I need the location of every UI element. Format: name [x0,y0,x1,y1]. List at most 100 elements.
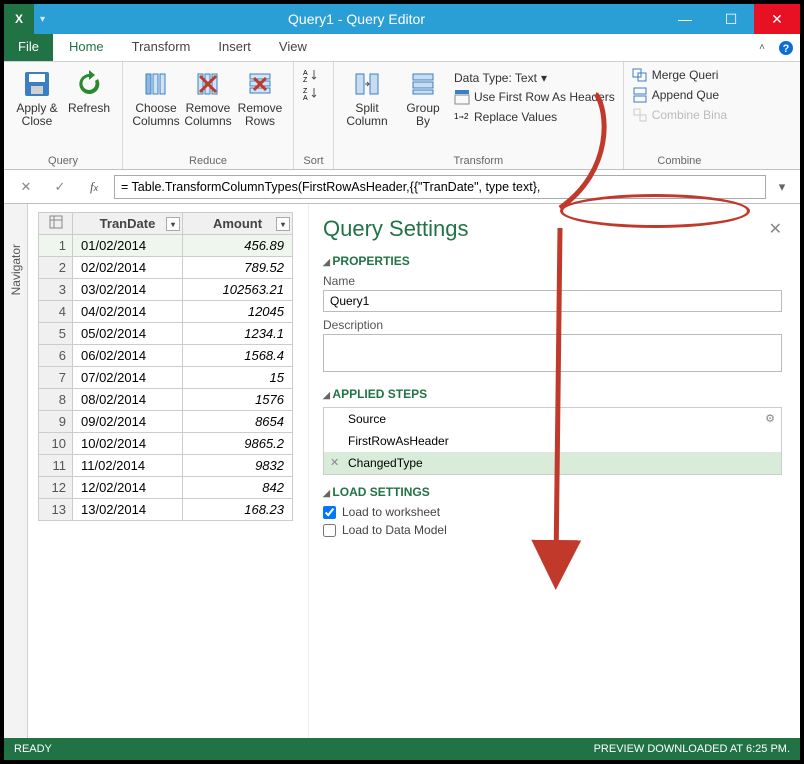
cell-date[interactable]: 07/02/2014 [73,367,183,389]
row-header[interactable]: 1 [39,235,73,257]
cell-amount[interactable]: 15 [183,367,293,389]
formula-input[interactable]: = Table.TransformColumnTypes(FirstRowAsH… [114,175,766,199]
column-filter-icon[interactable]: ▾ [166,217,180,231]
row-header[interactable]: 4 [39,301,73,323]
table-row[interactable]: 606/02/20141568.4 [39,345,293,367]
table-row[interactable]: 909/02/20148654 [39,411,293,433]
row-header[interactable]: 13 [39,499,73,521]
ribbon-collapse-icon[interactable]: ˄ [752,34,772,61]
fx-icon[interactable]: fx [80,179,108,195]
table-row[interactable]: 1313/02/2014168.23 [39,499,293,521]
cell-amount[interactable]: 168.23 [183,499,293,521]
help-icon[interactable]: ? [772,34,800,61]
table-row[interactable]: 707/02/201415 [39,367,293,389]
cell-amount[interactable]: 9865.2 [183,433,293,455]
load-to-worksheet-checkbox[interactable]: Load to worksheet [323,505,782,519]
minimize-button[interactable]: — [662,4,708,34]
row-header[interactable]: 6 [39,345,73,367]
merge-queries-button[interactable]: Merge Queri [632,66,727,84]
close-button[interactable]: ✕ [754,4,800,34]
cell-date[interactable]: 08/02/2014 [73,389,183,411]
cell-date[interactable]: 01/02/2014 [73,235,183,257]
table-row[interactable]: 1010/02/20149865.2 [39,433,293,455]
group-by-button[interactable]: Group By [398,66,448,130]
table-row[interactable]: 101/02/2014456.89 [39,235,293,257]
cell-amount[interactable]: 842 [183,477,293,499]
cell-amount[interactable]: 1576 [183,389,293,411]
row-header[interactable]: 2 [39,257,73,279]
step-source[interactable]: Source⚙ [324,408,781,430]
column-header-trandate[interactable]: TranDate▾ [73,213,183,235]
append-queries-button[interactable]: Append Que [632,86,727,104]
tab-view[interactable]: View [265,34,321,61]
step-changedtype[interactable]: ✕ChangedType [324,452,781,474]
row-header[interactable]: 8 [39,389,73,411]
table-row[interactable]: 202/02/2014789.52 [39,257,293,279]
tab-home[interactable]: Home [55,34,118,61]
load-to-datamodel-checkbox[interactable]: Load to Data Model [323,523,782,537]
remove-rows-button[interactable]: Remove Rows [235,66,285,130]
load-settings-heading[interactable]: LOAD SETTINGS [323,485,782,499]
cell-date[interactable]: 02/02/2014 [73,257,183,279]
navigator-rail[interactable]: Navigator [4,204,28,738]
table-row[interactable]: 404/02/201412045 [39,301,293,323]
sort-desc-button[interactable]: ZA [302,84,325,102]
properties-heading[interactable]: PROPERTIES [323,254,782,268]
table-row[interactable]: 808/02/20141576 [39,389,293,411]
qat-dropdown-icon[interactable]: ▾ [40,14,45,25]
row-header[interactable]: 7 [39,367,73,389]
cell-amount[interactable]: 1234.1 [183,323,293,345]
data-type-dropdown[interactable]: Data Type: Text ▾ [454,70,615,86]
tab-transform[interactable]: Transform [118,34,205,61]
query-name-input[interactable] [323,290,782,312]
delete-step-icon[interactable]: ✕ [330,456,339,469]
cell-date[interactable]: 10/02/2014 [73,433,183,455]
remove-columns-button[interactable]: Remove Columns [183,66,233,130]
column-filter-icon[interactable]: ▾ [276,217,290,231]
row-header[interactable]: 11 [39,455,73,477]
cell-amount[interactable]: 789.52 [183,257,293,279]
cell-amount[interactable]: 102563.21 [183,279,293,301]
cell-date[interactable]: 09/02/2014 [73,411,183,433]
data-grid[interactable]: TranDate▾ Amount▾ 101/02/2014456.89202/0… [38,212,293,521]
cell-amount[interactable]: 456.89 [183,235,293,257]
table-row[interactable]: 1212/02/2014842 [39,477,293,499]
apply-close-button[interactable]: Apply & Close [12,66,62,130]
maximize-button[interactable]: ☐ [708,4,754,34]
cell-date[interactable]: 13/02/2014 [73,499,183,521]
cell-date[interactable]: 05/02/2014 [73,323,183,345]
choose-columns-button[interactable]: Choose Columns [131,66,181,130]
cell-amount[interactable]: 8654 [183,411,293,433]
row-header[interactable]: 5 [39,323,73,345]
cell-date[interactable]: 12/02/2014 [73,477,183,499]
cell-date[interactable]: 11/02/2014 [73,455,183,477]
query-description-input[interactable] [323,334,782,372]
grid-corner[interactable] [39,213,73,235]
cell-date[interactable]: 06/02/2014 [73,345,183,367]
cell-amount[interactable]: 1568.4 [183,345,293,367]
table-row[interactable]: 505/02/20141234.1 [39,323,293,345]
row-header[interactable]: 12 [39,477,73,499]
tab-file[interactable]: File [4,34,53,61]
cell-date[interactable]: 03/02/2014 [73,279,183,301]
split-column-button[interactable]: Split Column [342,66,392,130]
close-settings-button[interactable]: ✕ [769,219,782,239]
table-row[interactable]: 1111/02/20149832 [39,455,293,477]
gear-icon[interactable]: ⚙ [765,412,775,425]
step-firstrow[interactable]: FirstRowAsHeader [324,430,781,452]
cell-amount[interactable]: 9832 [183,455,293,477]
replace-values-button[interactable]: 12Replace Values [454,108,615,126]
table-row[interactable]: 303/02/2014102563.21 [39,279,293,301]
row-header[interactable]: 9 [39,411,73,433]
applied-steps-heading[interactable]: APPLIED STEPS [323,387,782,401]
refresh-button[interactable]: Refresh [64,66,114,130]
row-header[interactable]: 10 [39,433,73,455]
row-header[interactable]: 3 [39,279,73,301]
formula-cancel-icon[interactable]: ✕ [12,179,40,195]
sort-asc-button[interactable]: AZ [302,66,325,84]
formula-expand-icon[interactable]: ▾ [772,179,792,195]
column-header-amount[interactable]: Amount▾ [183,213,293,235]
formula-commit-icon[interactable]: ✓ [46,179,74,195]
use-first-row-button[interactable]: Use First Row As Headers [454,88,615,106]
tab-insert[interactable]: Insert [204,34,265,61]
